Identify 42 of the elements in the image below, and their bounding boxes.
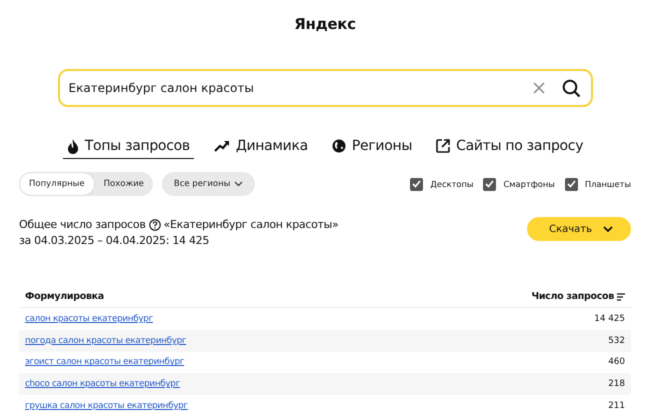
search-field[interactable]: Екатеринбург салон красоты <box>68 81 532 95</box>
download-button[interactable]: Скачать <box>527 217 631 241</box>
table-cell: 211 <box>608 401 625 412</box>
query-link[interactable]: салон красоты екатеринбург <box>25 314 153 324</box>
search-bar[interactable]: Екатеринбург салон красоты <box>58 69 592 107</box>
chevron-icon <box>603 226 613 232</box>
summary-title: Общее число запросов <box>19 217 146 233</box>
query-link[interactable]: эгоист салон красоты екатеринбург <box>25 357 184 368</box>
column-header[interactable]: Число запросов <box>531 291 625 302</box>
search-icon[interactable] <box>562 78 580 98</box>
tab[interactable]: Регионы <box>328 136 416 159</box>
chevron-icon <box>234 181 244 187</box>
trend-icon <box>214 140 230 152</box>
table-cell: 218 <box>608 379 625 390</box>
query-link[interactable]: choco салон красоты екатеринбург <box>25 379 180 390</box>
globe-icon <box>332 139 346 153</box>
table-cell: 532 <box>608 336 625 346</box>
mode-option[interactable]: Похожие <box>94 172 153 196</box>
external-link-icon <box>436 139 450 153</box>
checkbox-label: Десктопы <box>430 179 474 189</box>
tab[interactable]: Динамика <box>210 136 312 159</box>
tab[interactable]: Сайты по запросу <box>432 136 588 159</box>
checkbox-label: Планшеты <box>584 179 631 189</box>
region-dropdown[interactable]: Все регионы <box>162 172 256 196</box>
query-link[interactable]: грушка салон красоты екатеринбург <box>25 401 188 412</box>
checkbox[interactable] <box>483 178 496 190</box>
summary-query: «Екатеринбург салон красоты» <box>164 217 338 233</box>
help-icon[interactable] <box>148 219 161 231</box>
checkbox-label: Смартфоны <box>503 179 555 189</box>
tab[interactable]: Топы запросов <box>62 136 194 159</box>
column-header: Формулировка <box>25 291 104 302</box>
table-cell: 14 425 <box>594 314 625 324</box>
checkbox[interactable] <box>564 178 578 190</box>
summary-period: за 04.03.2025 – 04.04.2025: 14 425 <box>19 233 210 249</box>
clear-icon[interactable] <box>532 82 544 94</box>
query-link[interactable]: погода салон красоты екатеринбург <box>25 336 186 346</box>
mode-option[interactable]: Популярные <box>19 172 95 196</box>
checkbox[interactable] <box>410 178 424 190</box>
logo[interactable]: Яндекс <box>294 15 356 33</box>
sort-icon <box>617 292 625 300</box>
flame-icon <box>66 138 79 154</box>
table-cell: 460 <box>608 357 625 368</box>
